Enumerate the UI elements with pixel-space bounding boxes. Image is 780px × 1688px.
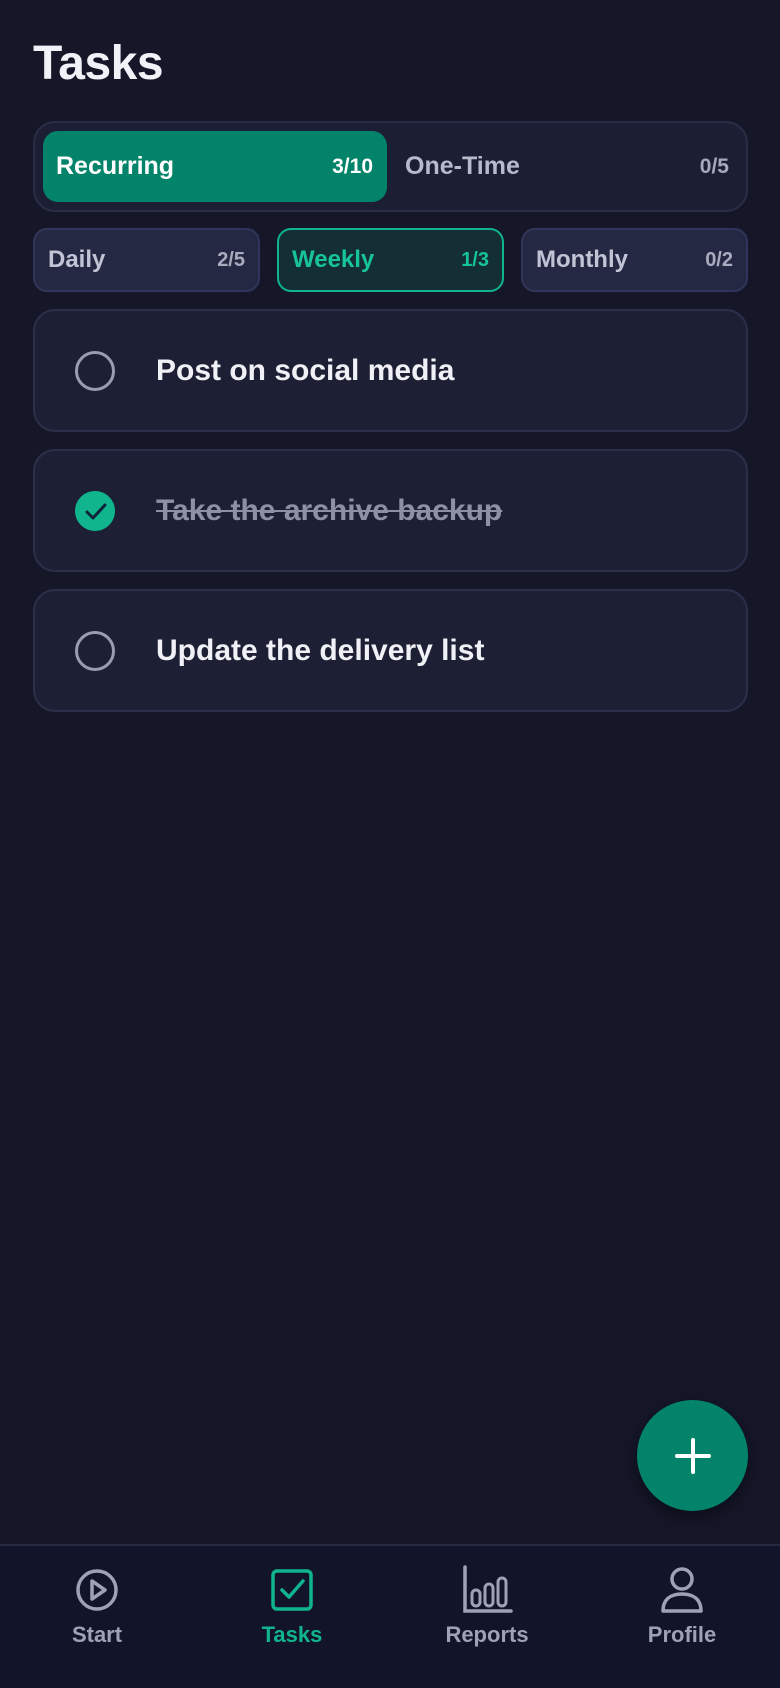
segment-one-time[interactable]: One-Time 0/5 — [405, 131, 735, 202]
task-checkbox[interactable] — [75, 630, 115, 671]
segment-one-time-label: One-Time — [405, 152, 520, 180]
page-title: Tasks — [33, 37, 164, 90]
task-checkbox-checked[interactable] — [75, 490, 115, 531]
task-label: Update the delivery list — [156, 633, 485, 667]
task-type-segmented-control: Recurring 3/10 One-Time 0/5 — [33, 121, 748, 212]
nav-item-reports-label: Reports — [445, 1622, 529, 1647]
plus-icon — [674, 1437, 711, 1474]
add-task-button[interactable] — [637, 1400, 748, 1511]
task-item[interactable]: Post on social media — [33, 309, 748, 432]
segment-one-time-count: 0/5 — [699, 154, 729, 178]
task-label: Post on social media — [156, 353, 455, 387]
filter-chip-monthly-label: Monthly — [536, 246, 628, 273]
bar-chart-icon — [463, 1565, 513, 1613]
task-item[interactable]: Update the delivery list — [33, 589, 748, 712]
nav-item-tasks[interactable]: Tasks — [212, 1564, 372, 1664]
checkmark-icon — [85, 503, 107, 519]
filter-chip-monthly-count: 0/2 — [705, 248, 733, 271]
filter-chip-weekly-count: 1/3 — [461, 248, 489, 271]
nav-item-tasks-label: Tasks — [261, 1622, 323, 1647]
nav-item-start[interactable]: Start — [17, 1564, 177, 1664]
filter-chip-daily-label: Daily — [48, 246, 106, 273]
filter-chip-daily[interactable]: Daily 2/5 — [33, 228, 260, 292]
segment-recurring-count: 3/10 — [332, 154, 373, 178]
nav-item-start-label: Start — [71, 1622, 123, 1647]
checkbox-icon — [271, 1569, 313, 1611]
nav-item-reports[interactable]: Reports — [407, 1564, 567, 1664]
bottom-nav: Start Tasks Reports Profile — [0, 1544, 780, 1688]
task-item[interactable]: Take the archive backup — [33, 449, 748, 572]
task-label: Take the archive backup — [156, 493, 503, 527]
filter-chip-monthly[interactable]: Monthly 0/2 — [521, 228, 748, 292]
app-screen: Tasks Recurring 3/10 One-Time 0/5 Daily … — [0, 0, 780, 1688]
user-icon — [661, 1567, 703, 1613]
filter-chip-weekly[interactable]: Weekly 1/3 — [277, 228, 504, 292]
play-circle-icon — [76, 1569, 118, 1611]
nav-item-profile-label: Profile — [647, 1622, 717, 1647]
task-checkbox[interactable] — [75, 350, 115, 391]
filter-chip-weekly-label: Weekly — [292, 246, 375, 273]
segment-recurring-label: Recurring — [56, 152, 175, 180]
nav-item-profile[interactable]: Profile — [602, 1564, 762, 1664]
filter-chip-daily-count: 2/5 — [217, 248, 245, 271]
segment-recurring[interactable]: Recurring 3/10 — [43, 131, 387, 202]
